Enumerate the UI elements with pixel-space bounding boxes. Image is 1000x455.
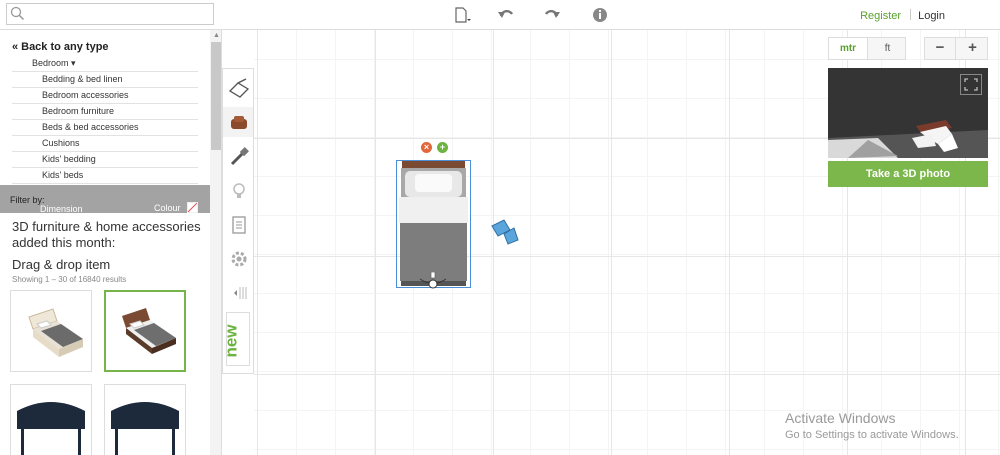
product-thumbnail[interactable] [10,290,92,372]
paint-tool-icon[interactable] [223,141,253,171]
light-tool-icon[interactable] [223,175,253,205]
back-to-any-type-link[interactable]: «Back to any type [12,41,109,53]
undo-icon[interactable] [496,5,516,25]
new-tab-label: new [221,324,241,358]
bed-image [122,308,176,354]
unit-toggle: mtr ft [828,37,906,60]
catalog-scrollbar[interactable]: ▲ [210,30,221,455]
product-thumbnail[interactable] [10,384,92,455]
zoom-in-button[interactable]: + [957,38,988,59]
info-icon[interactable] [590,5,610,25]
collapse-tool-icon[interactable] [223,277,253,307]
results-count: Showing 1 – 30 of 16840 results [12,275,127,284]
duplicate-item-button[interactable]: + [437,142,448,153]
colour-swatch-icon[interactable] [187,202,198,213]
subcategory-kids-beds[interactable]: Kids' beds [12,168,198,184]
bed-top-view [399,161,468,286]
product-thumbnail[interactable] [104,384,186,455]
new-items-tab[interactable]: new [222,312,250,366]
drag-drop-label: Drag & drop item [12,257,111,272]
redo-icon[interactable] [542,5,562,25]
subcategory-cushions[interactable]: Cushions [12,136,198,152]
double-chevron-left-icon: « [12,41,19,53]
subcategory-bedroom-furniture[interactable]: Bedroom furniture [12,104,198,120]
imperial-unit-button[interactable]: ft [868,38,907,59]
camera-marker-icon[interactable] [488,218,522,248]
metric-unit-button[interactable]: mtr [829,38,868,59]
subcategory-kids-bedding[interactable]: Kids' bedding [12,152,198,168]
floor-plan-tool-icon[interactable] [223,72,253,102]
zoom-controls: − + [924,37,988,60]
subcategory-beds[interactable]: Beds & bed accessories [12,120,198,136]
filter-bar: Filter by: Dimension Colour [0,185,210,214]
auth-separator [910,9,912,20]
search-input[interactable] [27,6,209,22]
category-dropdown[interactable]: Bedroom ▾ [12,56,198,72]
watermark-subtitle: Go to Settings to activate Windows. [785,429,959,441]
selected-bed-item[interactable] [396,160,471,290]
product-thumbnail-selected[interactable] [104,290,186,372]
scroll-up-icon[interactable]: ▲ [213,32,220,39]
search-icon [10,6,25,21]
windows-activation-watermark: Activate Windows Go to Settings to activ… [785,410,959,441]
headboard-image [17,402,85,455]
register-link[interactable]: Register [860,10,901,22]
filter-colour[interactable]: Colour [154,203,181,213]
filter-dimension[interactable]: Dimension [40,204,83,214]
catalog-panel: «Back to any type Bedroom ▾ Bedding & be… [0,30,222,455]
login-link[interactable]: Login [918,10,945,22]
take-3d-photo-button[interactable]: Take a 3D photo [828,161,988,187]
subcategory-bedroom-accessories[interactable]: Bedroom accessories [12,88,198,104]
delete-item-button[interactable]: × [421,142,432,153]
new-document-icon[interactable] [452,5,472,25]
section-heading: 3D furniture & home accessories added th… [12,219,201,250]
top-toolbar: Register Login [0,0,1000,30]
watermark-title: Activate Windows [785,410,896,426]
bed-image [28,308,83,357]
zoom-out-button[interactable]: − [925,38,956,59]
subcategory-bedding[interactable]: Bedding & bed linen [12,72,198,88]
headboard-image [111,402,179,455]
search-box[interactable] [6,3,214,25]
furniture-tool-icon[interactable] [223,107,253,137]
back-label: Back to any type [21,41,109,53]
scrollbar-thumb[interactable] [211,42,221,150]
fullscreen-icon[interactable] [960,74,982,95]
list-tool-icon[interactable] [223,209,253,239]
settings-tool-icon[interactable] [223,243,253,273]
rotate-handle-icon[interactable] [417,272,449,290]
